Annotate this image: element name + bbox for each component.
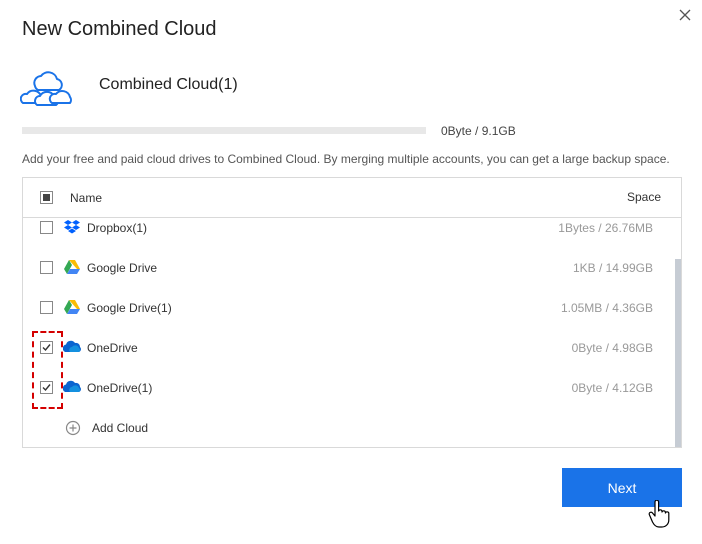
add-cloud-button[interactable]: Add Cloud bbox=[63, 417, 203, 439]
row-space: 0Byte / 4.12GB bbox=[571, 381, 653, 395]
storage-progress-bar bbox=[22, 127, 426, 134]
table-scrollbar[interactable] bbox=[673, 218, 681, 447]
google-drive-icon bbox=[64, 260, 80, 274]
column-header-name: Name bbox=[70, 191, 103, 205]
next-button[interactable]: Next bbox=[562, 468, 682, 507]
add-cloud-label: Add Cloud bbox=[92, 421, 149, 435]
table-row[interactable]: OneDrive(1) 0Byte / 4.12GB bbox=[23, 368, 673, 408]
row-space: 1KB / 14.99GB bbox=[572, 261, 653, 275]
table-row[interactable]: OneDrive 0Byte / 4.98GB bbox=[23, 328, 673, 368]
combined-cloud-icon bbox=[20, 71, 72, 106]
row-checkbox[interactable] bbox=[40, 381, 53, 394]
dialog-title: New Combined Cloud bbox=[22, 18, 217, 40]
add-circle-icon bbox=[65, 420, 81, 436]
row-name: OneDrive bbox=[87, 341, 138, 355]
close-button[interactable] bbox=[676, 6, 694, 24]
dropbox-icon bbox=[64, 220, 80, 234]
onedrive-icon bbox=[63, 340, 81, 352]
new-combined-cloud-dialog: New Combined Cloud Combined Cloud(1) 0By… bbox=[0, 0, 702, 544]
row-checkbox[interactable] bbox=[40, 341, 53, 354]
storage-usage-text: 0Byte / 9.1GB bbox=[441, 124, 516, 138]
row-name: Dropbox(1) bbox=[87, 221, 148, 235]
select-all-checkbox[interactable] bbox=[40, 191, 53, 204]
row-space: 0Byte / 4.98GB bbox=[571, 341, 653, 355]
close-icon bbox=[679, 9, 691, 21]
row-space: 1Bytes / 26.76MB bbox=[558, 221, 653, 235]
combined-cloud-name: Combined Cloud(1) bbox=[99, 76, 238, 93]
row-checkbox[interactable] bbox=[40, 261, 53, 274]
onedrive-icon bbox=[63, 380, 81, 392]
table-row[interactable]: Google Drive(1) 1.05MB / 4.36GB bbox=[23, 288, 673, 328]
row-name: Google Drive(1) bbox=[87, 301, 172, 315]
row-space: 1.05MB / 4.36GB bbox=[560, 301, 653, 315]
cloud-drive-table: Name Space Dropbox(1) 1Bytes / 26.76MB G… bbox=[22, 177, 682, 448]
google-drive-icon bbox=[64, 300, 80, 314]
row-name: Google Drive bbox=[87, 261, 158, 275]
table-row[interactable]: Dropbox(1) 1Bytes / 26.76MB bbox=[23, 208, 673, 248]
row-checkbox[interactable] bbox=[40, 221, 53, 234]
row-checkbox[interactable] bbox=[40, 301, 53, 314]
table-row[interactable]: Google Drive 1KB / 14.99GB bbox=[23, 248, 673, 288]
column-header-space: Space bbox=[626, 190, 661, 204]
scrollbar-thumb[interactable] bbox=[675, 259, 681, 447]
description-text: Add your free and paid cloud drives to C… bbox=[22, 152, 670, 166]
row-name: OneDrive(1) bbox=[87, 381, 153, 395]
